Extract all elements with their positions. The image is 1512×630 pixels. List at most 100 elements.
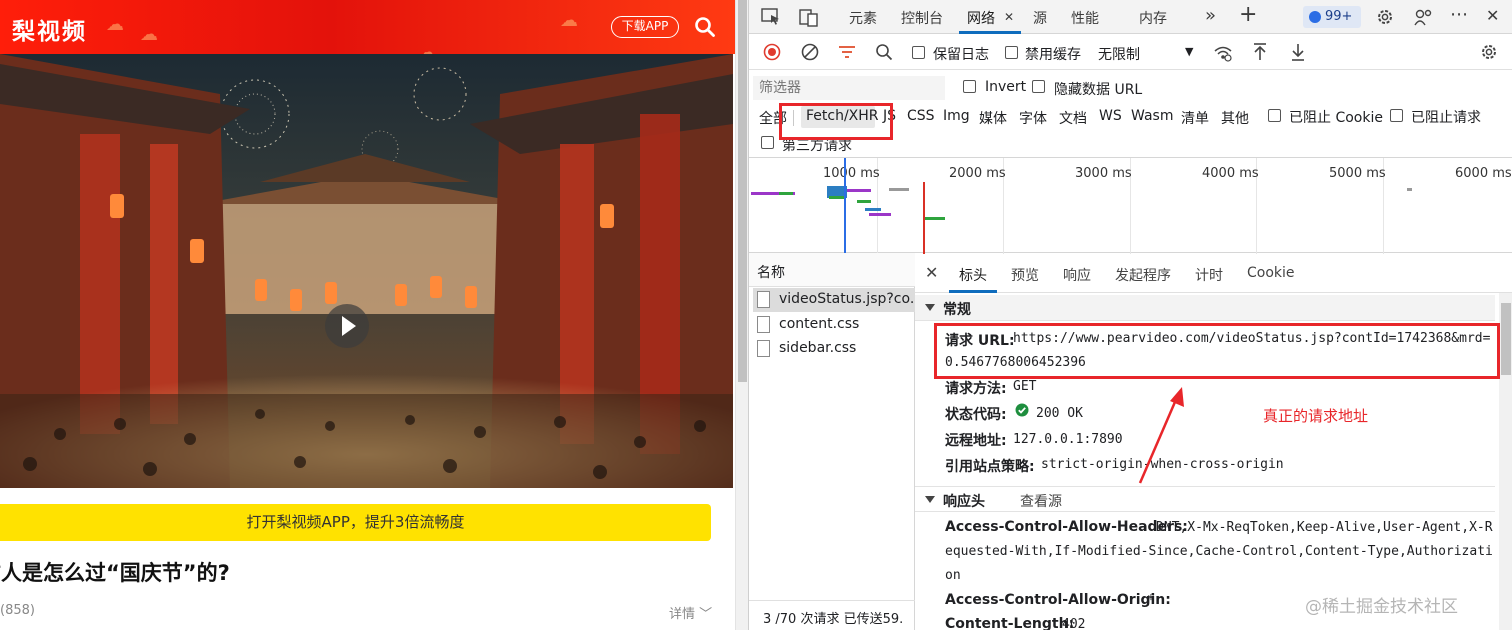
inspect-element-icon[interactable] [761,8,781,26]
tab-preview[interactable]: 预览 [1011,265,1039,285]
video-player[interactable] [0,54,733,488]
referrer-policy-key: 引用站点策略: [945,459,1035,475]
content-length-key: Content-Length: [945,616,1075,630]
scrollbar-thumb[interactable] [1501,303,1511,375]
tab-headers[interactable]: 标头 [959,265,987,285]
search-icon[interactable] [694,16,716,38]
more-options-icon[interactable]: ⋯ [1450,4,1468,25]
request-row[interactable]: videoStatus.jsp?co... [753,288,915,312]
play-button[interactable] [325,304,369,348]
request-url-highlight-box [934,323,1500,379]
type-filter-wasm[interactable]: Wasm [1131,108,1173,124]
type-filter-manifest[interactable]: 清单 [1181,108,1209,128]
close-detail-icon[interactable]: ✕ [925,263,938,282]
download-app-button[interactable]: 下载APP [611,16,679,38]
throttling-select[interactable]: 无限制 [1098,44,1140,64]
site-logo[interactable]: 梨视频 [12,12,87,46]
issues-count: 99+ [1325,9,1353,24]
filter-icon[interactable] [838,45,856,59]
device-emulation-icon[interactable] [799,7,819,27]
general-section-title: 常规 [943,302,971,318]
type-filter-font[interactable]: 字体 [1019,108,1047,128]
tab-network[interactable]: 网络 [967,8,995,28]
timeline-request-bar [847,189,871,192]
status-ok-icon [1015,403,1029,417]
network-overview-timeline[interactable]: 1000 ms 2000 ms 3000 ms 4000 ms 5000 ms … [749,157,1512,254]
type-filter-media[interactable]: 媒体 [979,108,1007,128]
tab-initiator[interactable]: 发起程序 [1115,265,1171,285]
annotation-arrow-icon [1138,387,1184,484]
document-icon [757,340,770,357]
invert-label: Invert [985,79,1027,95]
document-icon [757,291,770,308]
view-source-link[interactable]: 查看源 [1020,491,1062,511]
blocked-requests-checkbox[interactable] [1390,109,1403,122]
throttling-dropdown-icon[interactable]: ▼ [1185,45,1193,58]
request-name: videoStatus.jsp?co... [779,291,915,307]
invert-checkbox[interactable] [963,80,976,93]
filter-input[interactable] [753,76,945,100]
gear-icon[interactable] [1375,7,1395,27]
issues-badge[interactable]: 99+ [1303,6,1361,28]
close-tab-icon[interactable]: ✕ [1004,10,1014,24]
request-list-header[interactable]: 名称 [749,253,915,287]
close-devtools-icon[interactable]: ✕ [1486,6,1499,25]
timeline-request-bar [889,188,909,191]
export-har-icon[interactable] [1290,42,1306,62]
hide-data-url-checkbox[interactable] [1032,80,1045,93]
tab-response[interactable]: 响应 [1063,265,1091,285]
tab-sources[interactable]: 源 [1033,8,1047,28]
tab-memory[interactable]: 内存 [1139,8,1167,28]
request-method-key: 请求方法: [945,381,1007,397]
request-row[interactable]: content.css [753,313,915,337]
tab-timing[interactable]: 计时 [1195,265,1223,285]
customize-icon[interactable] [1413,7,1433,27]
disable-cache-label: 禁用缓存 [1025,47,1081,63]
request-detail-pane: ✕ 标头 预览 响应 发起程序 计时 Cookie 常规 请求 URL: htt… [915,253,1512,630]
detail-scrollbar[interactable] [1499,293,1512,630]
third-party-checkbox[interactable] [761,136,774,149]
blocked-cookies-checkbox[interactable] [1268,109,1281,122]
remote-address-key: 远程地址: [945,433,1007,449]
acah-value-continued: equested-With,If-Modified-Since,Cache-Co… [945,544,1493,559]
timeline-request-bar [829,196,845,199]
response-headers-section-header[interactable]: 响应头 查看源 [915,486,1495,512]
page-scrollbar[interactable] [735,0,748,630]
remote-address-value: 127.0.0.1:7890 [1013,432,1123,447]
preserve-log-checkbox[interactable] [912,46,925,59]
timeline-request-bar [779,192,793,195]
tab-cookies[interactable]: Cookie [1247,265,1295,281]
search-icon[interactable] [875,43,893,61]
type-filter-css[interactable]: CSS [907,108,935,124]
request-row[interactable]: sidebar.css [753,337,915,361]
network-settings-gear-icon[interactable] [1479,42,1499,62]
tab-performance[interactable]: 性能 [1071,8,1099,28]
clear-icon[interactable] [801,43,819,61]
request-summary: 3 /70 次请求 已传送59. [749,600,915,630]
import-har-icon[interactable] [1252,42,1268,62]
devtools-tab-strip: 元素 控制台 网络 ✕ 源 性能 内存 » + 99+ ⋯ ✕ [749,0,1512,34]
more-tabs-icon[interactable]: » [1205,5,1216,26]
scrollbar-thumb[interactable] [738,0,747,382]
add-tab-icon[interactable]: + [1239,2,1257,27]
type-filter-other[interactable]: 其他 [1221,108,1249,128]
details-link[interactable]: 详情 ﹀ [669,603,712,622]
acao-key: Access-Control-Allow-Origin: [945,592,1171,608]
timeline-request-bar [857,200,871,203]
timeline-tick-label: 2000 ms [949,166,1006,181]
general-section-header[interactable]: 常规 [915,295,1495,321]
disable-cache-checkbox[interactable] [1005,46,1018,59]
cloud-ornament-icon: ☁ [106,14,124,35]
fetch-xhr-highlight-box [779,103,893,140]
tab-console[interactable]: 控制台 [901,8,943,28]
type-filter-doc[interactable]: 文档 [1059,108,1087,128]
timeline-request-bar [925,217,945,220]
open-app-banner[interactable]: 打开梨视频APP，提升3倍流畅度 [0,504,711,541]
comment-count: (858) [0,603,35,618]
type-filter-ws[interactable]: WS [1099,108,1122,124]
network-conditions-icon[interactable] [1213,44,1233,62]
type-filter-img[interactable]: Img [943,108,970,124]
record-stop-icon[interactable] [763,43,781,61]
tab-elements[interactable]: 元素 [849,8,877,28]
timeline-tick-label: 5000 ms [1329,166,1386,181]
